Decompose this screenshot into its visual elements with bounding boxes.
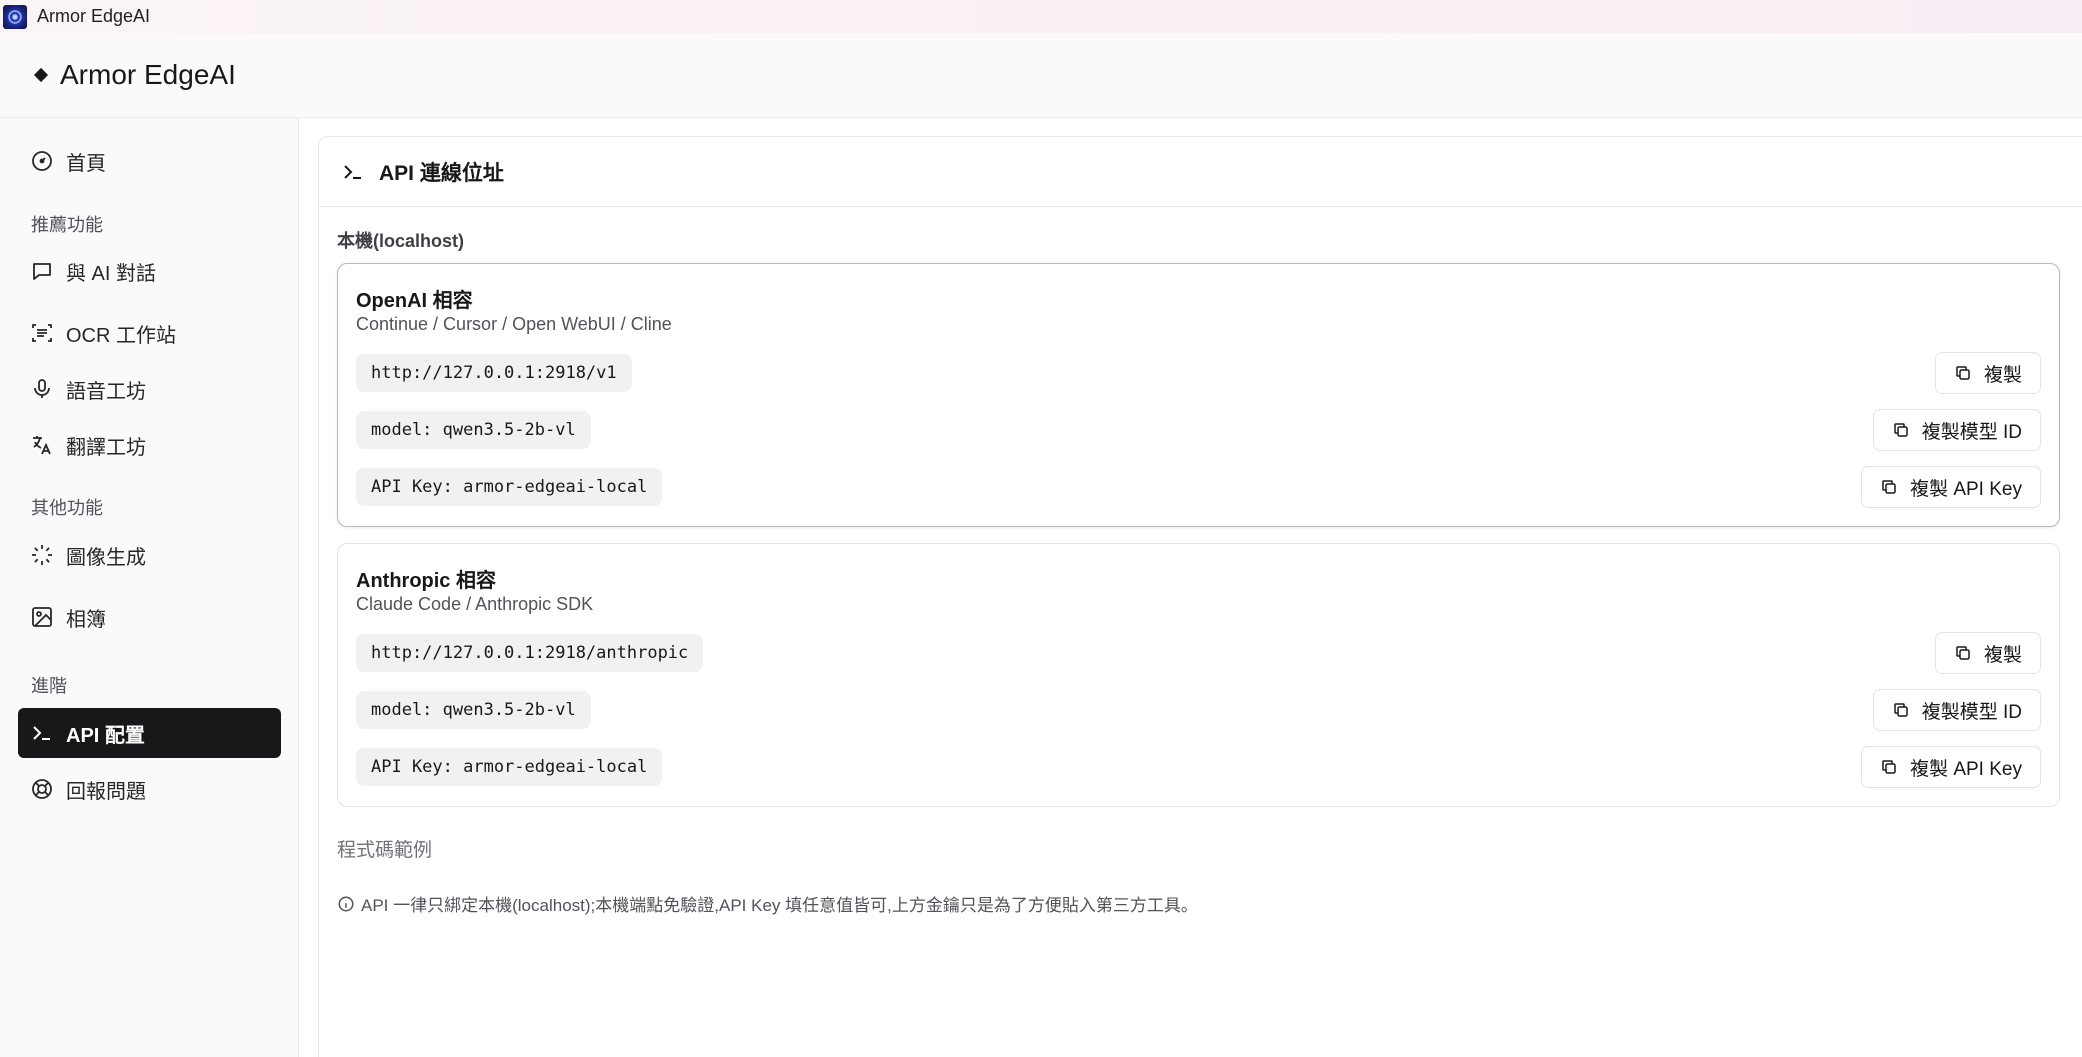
panel-header: API 連線位址 [319, 137, 2082, 207]
copy-icon [1893, 703, 1908, 717]
sidebar-item-ocr[interactable]: OCR 工作站 [18, 308, 281, 358]
copy-icon [1956, 646, 1970, 660]
card-subtitle: Continue / Cursor / Open WebUI / Cline [356, 314, 672, 334]
info-note: API 一律只綁定本機(localhost);本機端點免驗證,API Key 填… [337, 891, 1198, 916]
sidebar-item-voice[interactable]: 語音工坊 [18, 364, 281, 414]
local-section-label: 本機(localhost) [337, 231, 465, 251]
endpoint-url-code: http://127.0.0.1:2918/v1 [356, 354, 632, 392]
brand-diamond-icon [33, 67, 49, 83]
sidebar-item-translate[interactable]: 翻譯工坊 [18, 420, 281, 470]
sidebar-item-label: 首頁 [66, 152, 106, 175]
card-title: OpenAI 相容 [356, 290, 473, 312]
sidebar-item-label: API 配置 [66, 724, 145, 747]
window-titlebar: Armor EdgeAI [0, 0, 2082, 33]
scan-text-icon [32, 324, 52, 342]
page-title: API 連線位址 [379, 161, 504, 185]
sidebar-item-label: 圖像生成 [66, 546, 146, 569]
loader-sparkle-icon [32, 545, 52, 565]
lifebuoy-icon [32, 779, 52, 799]
image-icon [32, 607, 52, 627]
button-label: 複製 API Key [1910, 758, 2022, 780]
copy-api-key-button[interactable]: 複製 API Key [1861, 466, 2041, 508]
section-label-other: 其他功能 [31, 498, 103, 518]
copy-model-id-button[interactable]: 複製模型 ID [1872, 689, 2041, 731]
sidebar-item-chat[interactable]: 與 AI 對話 [18, 246, 281, 296]
model-id-code: model: qwen3.5-2b-vl [356, 411, 591, 449]
openai-card: OpenAI 相容 Continue / Cursor / Open WebUI… [337, 263, 2060, 527]
card-subtitle: Claude Code / Anthropic SDK [356, 594, 594, 614]
chat-bubble-icon [33, 263, 51, 280]
main-panel: API 連線位址 本機(localhost) OpenAI 相容 Continu… [318, 136, 2082, 1057]
code-examples-toggle[interactable]: 程式碼範例 [337, 835, 432, 862]
copy-icon [1956, 366, 1970, 380]
anthropic-card: Anthropic 相容 Claude Code / Anthropic SDK… [337, 543, 2060, 807]
sidebar-item-label: 相簿 [66, 608, 106, 631]
app-header: Armor EdgeAI [0, 33, 2082, 118]
copy-url-button[interactable]: 複製 [1934, 352, 2041, 394]
sidebar-item-report[interactable]: 回報問題 [18, 764, 281, 814]
sidebar-item-label: 語音工坊 [66, 380, 146, 403]
sidebar-item-label: 回報問題 [66, 780, 146, 803]
translate-icon [33, 436, 51, 455]
copy-icon [1882, 760, 1896, 774]
copy-url-button[interactable]: 複製 [1934, 632, 2041, 674]
terminal-icon [33, 726, 50, 740]
info-note-text: API 一律只綁定本機(localhost);本機端點免驗證,API Key 填… [361, 896, 1198, 915]
sidebar-item-label: 與 AI 對話 [66, 262, 157, 285]
sidebar: 首頁 推薦功能 與 AI 對話 OCR 工作站 語音工坊 翻譯工坊 其他功能 圖… [0, 118, 299, 1057]
copy-model-id-button[interactable]: 複製模型 ID [1872, 409, 2041, 451]
button-label: 複製 [1983, 644, 2022, 666]
api-key-code: API Key: armor-edgeai-local [356, 748, 663, 786]
app-logo-icon [3, 4, 27, 29]
microphone-icon [34, 379, 50, 398]
dashboard-gauge-icon [32, 151, 52, 171]
sidebar-item-label: 翻譯工坊 [66, 436, 146, 459]
button-label: 複製 [1983, 364, 2022, 386]
button-label: 複製模型 ID [1921, 701, 2022, 723]
section-label-recommended: 推薦功能 [31, 215, 103, 235]
info-icon [338, 896, 354, 911]
sidebar-item-home[interactable]: 首頁 [18, 136, 281, 186]
endpoint-url-code: http://127.0.0.1:2918/anthropic [356, 634, 704, 672]
copy-api-key-button[interactable]: 複製 API Key [1861, 746, 2041, 788]
button-label: 複製 API Key [1910, 478, 2022, 500]
sidebar-item-album[interactable]: 相簿 [18, 592, 281, 642]
copy-icon [1882, 480, 1896, 494]
api-key-code: API Key: armor-edgeai-local [356, 468, 663, 506]
model-id-code: model: qwen3.5-2b-vl [356, 691, 591, 729]
brand-title: Armor EdgeAI [60, 59, 236, 90]
button-label: 複製模型 ID [1921, 421, 2022, 443]
section-label-advanced: 進階 [31, 676, 67, 696]
terminal-icon [344, 164, 361, 179]
sidebar-item-label: OCR 工作站 [66, 324, 176, 347]
sidebar-item-image-gen[interactable]: 圖像生成 [18, 530, 281, 580]
card-title: Anthropic 相容 [356, 570, 496, 592]
window-title: Armor EdgeAI [37, 6, 151, 26]
copy-icon [1893, 423, 1908, 437]
sidebar-item-api-config[interactable]: API 配置 [18, 708, 281, 758]
